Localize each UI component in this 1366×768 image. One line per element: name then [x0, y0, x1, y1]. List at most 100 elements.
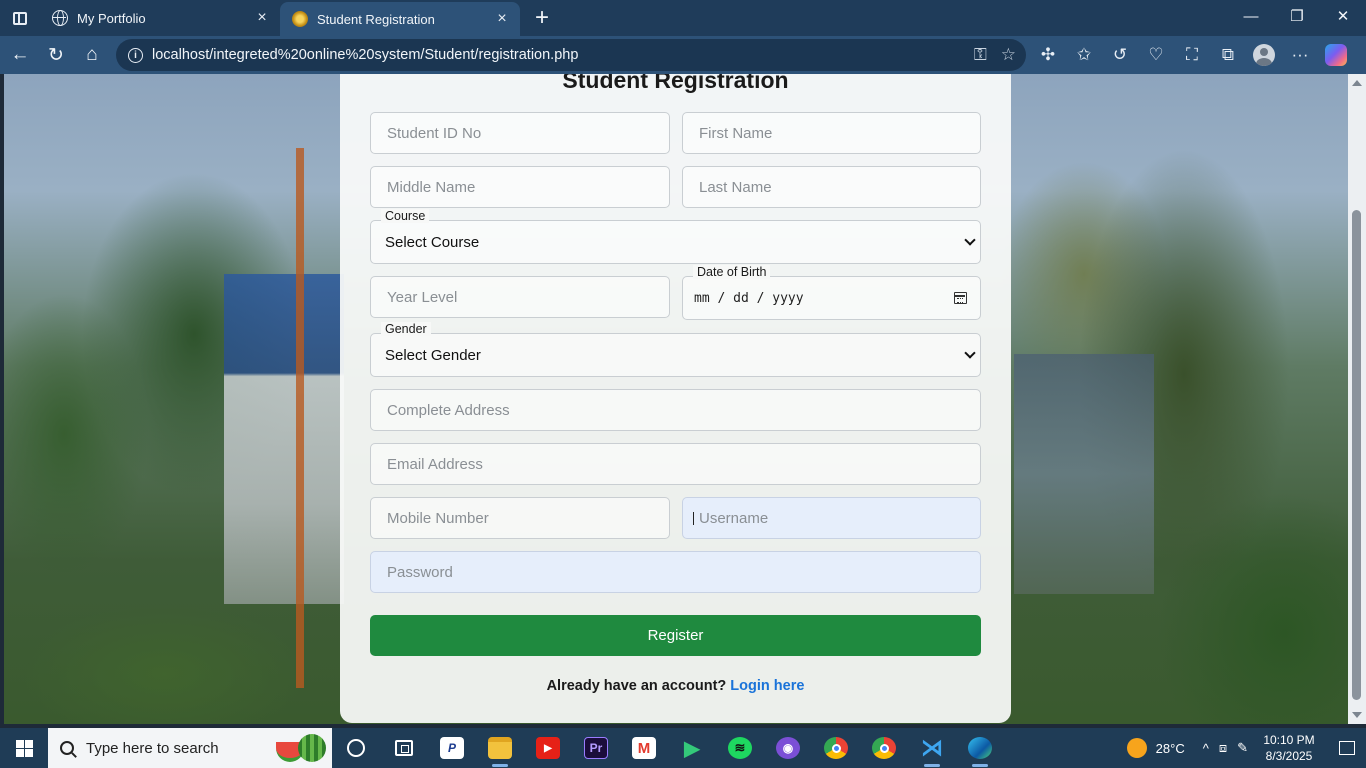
system-tray: 28°C ^ ⧈ ✎ 10:10 PM 8/3/2025: [1126, 728, 1366, 768]
clock-date: 8/3/2025: [1265, 749, 1313, 763]
text-cursor: [693, 512, 694, 525]
mobile-number-input[interactable]: [370, 497, 670, 539]
taskbar-search[interactable]: Type here to search: [48, 728, 332, 768]
restore-icon[interactable]: ❐: [1274, 0, 1320, 32]
minimize-icon[interactable]: —: [1228, 0, 1274, 32]
file-explorer-icon: [488, 737, 512, 759]
tab-student-registration[interactable]: Student Registration ×: [280, 2, 520, 36]
gender-select[interactable]: Select Gender: [370, 333, 981, 377]
page-scrollbar[interactable]: [1348, 74, 1366, 724]
gender-label: Gender: [381, 322, 431, 336]
edge-icon: [968, 737, 992, 759]
date-of-birth-value: mm / dd / yyyy: [694, 290, 804, 306]
notification-icon: [1339, 741, 1355, 755]
page-title: Student Registration: [562, 74, 789, 93]
gmail-button[interactable]: M: [620, 728, 668, 768]
course-select[interactable]: Select Course: [370, 220, 981, 264]
chrome-icon: [824, 737, 848, 759]
school-seal-icon: [292, 11, 308, 27]
youtube-button[interactable]: ▶: [524, 728, 572, 768]
date-of-birth-label: Date of Birth: [693, 265, 771, 279]
year-level-input[interactable]: [370, 276, 670, 318]
window-controls: — ❐ ✕: [1228, 0, 1366, 32]
show-hidden-icons-chevron-icon[interactable]: ^: [1203, 741, 1209, 756]
cortana-button[interactable]: [332, 728, 380, 768]
favorites-icon[interactable]: ✩: [1066, 39, 1102, 71]
close-window-icon[interactable]: ✕: [1320, 0, 1366, 32]
notifications-button[interactable]: [1328, 728, 1366, 768]
vscode-icon: ⋊: [921, 735, 943, 760]
tab-actions-icon: [13, 11, 27, 25]
paypal-icon: P: [440, 737, 464, 759]
weather-sun-icon[interactable]: [1126, 738, 1147, 758]
youtube-icon: ▶: [536, 737, 560, 759]
browser-toolbar: ← ↻ ⌂ i localhost/integreted%20online%20…: [0, 36, 1366, 74]
google-play-button[interactable]: ▶: [668, 728, 716, 768]
scroll-up-arrow[interactable]: [1352, 80, 1362, 86]
date-of-birth-input[interactable]: mm / dd / yyyy: [682, 276, 981, 320]
history-icon[interactable]: ↺: [1102, 39, 1138, 71]
login-prompt: Already have an account? Login here: [340, 678, 1011, 694]
chevron-down-icon: [964, 347, 976, 359]
tab-actions-button[interactable]: [0, 0, 40, 36]
screenshot-icon[interactable]: ⛶: [1174, 39, 1210, 71]
browser-essentials-icon[interactable]: ♡: [1138, 39, 1174, 71]
address-bar[interactable]: i localhost/integreted%20online%20system…: [116, 39, 1026, 71]
background-building: [1014, 354, 1154, 594]
student-id-input[interactable]: [370, 112, 670, 154]
first-name-input[interactable]: [682, 112, 981, 154]
watermelon-search-highlight-icon[interactable]: [276, 732, 326, 764]
vscode-button[interactable]: ⋊: [908, 728, 956, 768]
refresh-button[interactable]: ↻: [38, 39, 74, 71]
close-tab-icon[interactable]: ×: [494, 10, 510, 27]
paypal-button[interactable]: P: [428, 728, 476, 768]
collections-icon[interactable]: ⧉: [1210, 39, 1246, 71]
new-tab-button[interactable]: +: [524, 0, 560, 36]
site-info-icon[interactable]: i: [128, 47, 143, 63]
email-address-input[interactable]: [370, 443, 981, 485]
password-input[interactable]: [370, 551, 981, 593]
github-desktop-button[interactable]: ◉: [764, 728, 812, 768]
scroll-down-arrow[interactable]: [1352, 712, 1362, 718]
tab-my-portfolio[interactable]: My Portfolio ×: [40, 0, 280, 36]
login-link[interactable]: Login here: [730, 678, 804, 694]
file-explorer-button[interactable]: [476, 728, 524, 768]
course-label: Course: [381, 209, 430, 223]
middle-name-input[interactable]: [370, 166, 670, 208]
network-icon[interactable]: ⧈: [1219, 740, 1227, 756]
premiere-pro-button[interactable]: Pr: [572, 728, 620, 768]
username-input[interactable]: [682, 497, 981, 539]
copilot-button[interactable]: [1318, 39, 1354, 71]
pen-icon[interactable]: ✎: [1237, 740, 1248, 756]
system-clock[interactable]: 10:10 PM 8/3/2025: [1260, 732, 1318, 764]
extensions-icon[interactable]: ✣: [1030, 39, 1066, 71]
back-button[interactable]: ←: [2, 39, 38, 71]
favorite-star-icon[interactable]: ☆: [1001, 45, 1016, 65]
start-button[interactable]: [0, 728, 48, 768]
home-button[interactable]: ⌂: [74, 39, 110, 71]
chrome-button[interactable]: [812, 728, 860, 768]
profile-button[interactable]: [1246, 39, 1282, 71]
task-view-button[interactable]: [380, 728, 428, 768]
complete-address-input[interactable]: [370, 389, 981, 431]
chrome-profile-button[interactable]: [860, 728, 908, 768]
windows-logo-icon: [15, 739, 33, 757]
chrome-profile-icon: [872, 737, 896, 759]
task-view-icon: [395, 740, 413, 756]
url-text[interactable]: localhost/integreted%20online%20system/S…: [152, 47, 974, 63]
calendar-icon[interactable]: [954, 292, 967, 304]
more-options-icon[interactable]: ···: [1282, 39, 1318, 71]
close-tab-icon[interactable]: ×: [254, 9, 270, 26]
password-key-icon[interactable]: ⚿: [974, 45, 987, 65]
weather-temperature[interactable]: 28°C: [1156, 741, 1185, 756]
scrollbar-thumb[interactable]: [1352, 210, 1361, 700]
edge-button[interactable]: [956, 728, 1004, 768]
windows-taskbar: Type here to search P ▶ Pr M ▶ ≋ ◉ ⋊ 28°…: [0, 728, 1366, 768]
avatar-icon: [1253, 44, 1275, 66]
course-select-value: Select Course: [385, 233, 480, 251]
premiere-pro-icon: Pr: [584, 737, 608, 759]
spotify-button[interactable]: ≋: [716, 728, 764, 768]
register-button[interactable]: Register: [370, 615, 981, 656]
last-name-input[interactable]: [682, 166, 981, 208]
gmail-icon: M: [632, 737, 656, 759]
